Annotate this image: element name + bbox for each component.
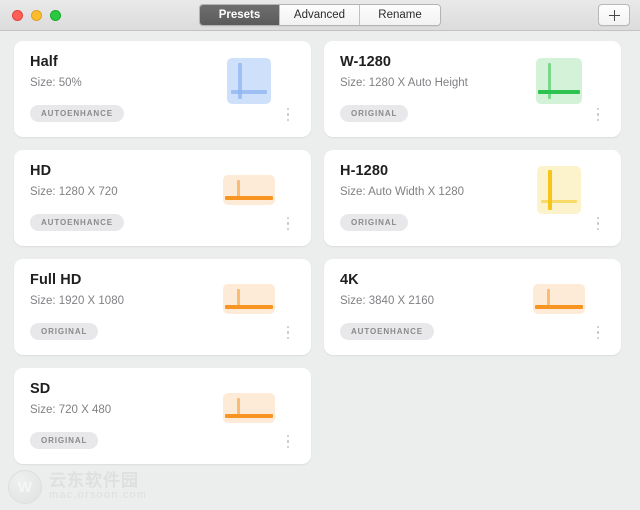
preset-badge: ORIGINAL [340,214,409,231]
preset-card[interactable]: 4K Size: 3840 X 2160 AUTOENHANCE [324,259,621,355]
thumbnail-frame [537,166,581,214]
preset-thumbnail [221,272,277,326]
tab-presets[interactable]: Presets [200,5,280,25]
preset-card[interactable]: HD Size: 1280 X 720 AUTOENHANCE [14,150,311,246]
preset-badge: ORIGINAL [340,105,409,122]
thumbnail-frame [223,393,275,423]
thumbnail-frame [536,58,582,104]
traffic-light-group [0,9,61,21]
preset-card[interactable]: W-1280 Size: 1280 X Auto Height ORIGINAL [324,41,621,137]
preset-thumbnail [531,54,587,108]
preset-card[interactable]: Full HD Size: 1920 X 1080 ORIGINAL [14,259,311,355]
thumbnail-frame [533,284,585,314]
preset-more-options-icon[interactable] [286,216,289,230]
view-mode-segmented-control[interactable]: Presets Advanced Rename [199,4,441,26]
plus-icon [608,9,620,21]
thumbnail-horizontal-guide [225,305,273,309]
thumbnail-frame [227,58,271,104]
preset-thumbnail [221,163,277,217]
preset-badge: AUTOENHANCE [340,323,434,340]
preset-card[interactable]: SD Size: 720 X 480 ORIGINAL [14,368,311,464]
preset-thumbnail [221,54,277,108]
thumbnail-horizontal-guide [225,196,273,200]
preset-more-options-icon[interactable] [286,434,289,448]
tab-rename[interactable]: Rename [360,5,440,25]
maximize-window-icon[interactable] [50,9,61,21]
preset-more-options-icon[interactable] [596,107,599,121]
thumbnail-frame [223,284,275,314]
preset-thumbnail [221,381,277,435]
thumbnail-horizontal-guide [538,90,580,94]
preset-badge: ORIGINAL [30,432,99,449]
add-preset-button[interactable] [598,4,630,26]
preset-more-options-icon[interactable] [596,216,599,230]
thumbnail-vertical-guide [548,170,552,210]
preset-card[interactable]: Half Size: 50% AUTOENHANCE [14,41,311,137]
thumbnail-horizontal-guide [541,200,577,203]
preset-thumbnail [531,163,587,217]
preset-card[interactable]: H-1280 Size: Auto Width X 1280 ORIGINAL [324,150,621,246]
thumbnail-horizontal-guide [225,414,273,418]
preset-badge: AUTOENHANCE [30,214,124,231]
preset-more-options-icon[interactable] [286,325,289,339]
thumbnail-horizontal-guide [535,305,583,309]
tab-advanced[interactable]: Advanced [280,5,360,25]
preset-thumbnail [531,272,587,326]
preset-more-options-icon[interactable] [286,107,289,121]
minimize-window-icon[interactable] [31,9,42,21]
thumbnail-horizontal-guide [231,90,267,94]
preset-more-options-icon[interactable] [596,325,599,339]
close-window-icon[interactable] [12,9,23,21]
presets-scroll-area[interactable]: Half Size: 50% AUTOENHANCE W-1280 Size: … [0,31,640,510]
thumbnail-frame [223,175,275,205]
preset-badge: AUTOENHANCE [30,105,124,122]
presets-grid: Half Size: 50% AUTOENHANCE W-1280 Size: … [14,41,626,464]
preset-badge: ORIGINAL [30,323,99,340]
window-titlebar: Presets Advanced Rename [0,0,640,31]
